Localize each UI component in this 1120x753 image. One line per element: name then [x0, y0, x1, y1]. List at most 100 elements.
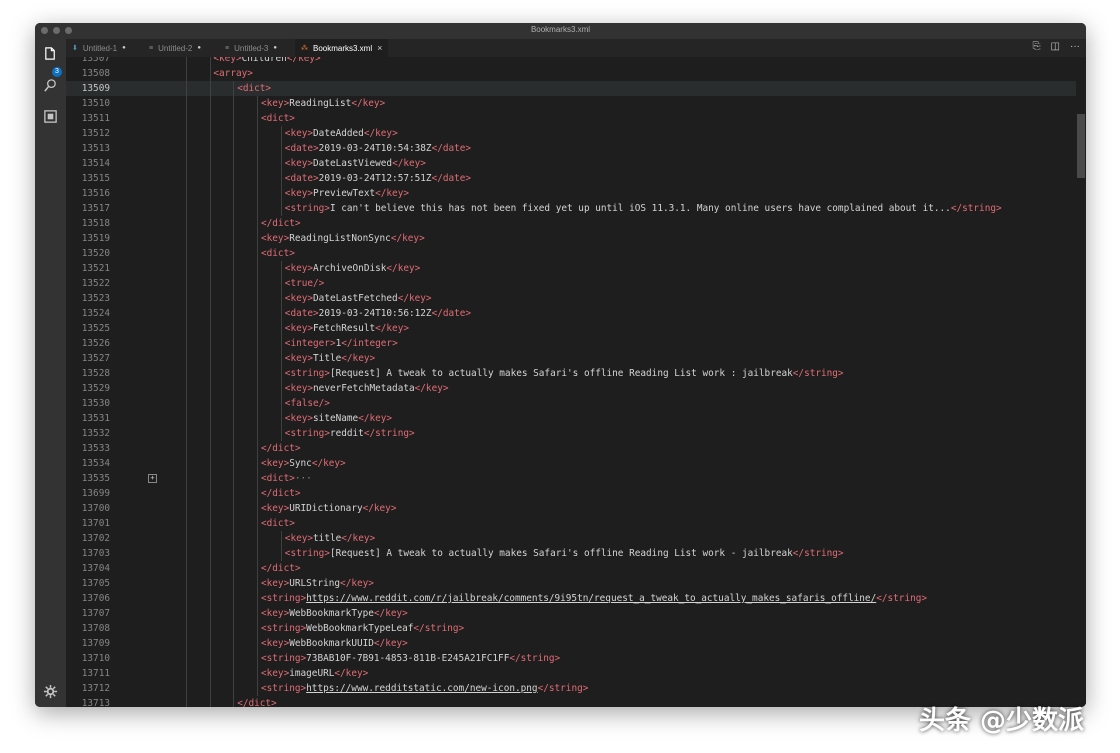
- xml-tag: </key>: [341, 353, 376, 364]
- code-line[interactable]: 13711 <key>imageURL</key>: [66, 666, 1086, 681]
- line-number: 13711: [81, 668, 110, 679]
- xml-text: siteName: [313, 413, 359, 424]
- close-tab-button[interactable]: ×: [377, 43, 382, 53]
- indent-guide: [257, 606, 259, 621]
- code-line[interactable]: 13704 </dict>: [66, 561, 1086, 576]
- code-line[interactable]: 13522 <true/>: [66, 276, 1086, 291]
- line-number: 13532: [81, 428, 110, 439]
- indent-guide: [233, 96, 235, 111]
- code-line[interactable]: 13512 <key>DateAdded</key>: [66, 126, 1086, 141]
- code-text: <false/>: [285, 396, 330, 411]
- code-line[interactable]: 13702 <key>title</key>: [66, 531, 1086, 546]
- indent-guide: [281, 141, 282, 156]
- line-number: 13522: [81, 278, 110, 289]
- code-line[interactable]: 13701 <dict>: [66, 516, 1086, 531]
- gear-icon[interactable]: [42, 683, 59, 700]
- indent-guide: [233, 531, 235, 546]
- indent-guide: [257, 216, 259, 231]
- code-line[interactable]: 13531 <key>siteName</key>: [66, 411, 1086, 426]
- code-line[interactable]: 13510 <key>ReadingList</key>: [66, 96, 1086, 111]
- tab-label: Untitled-3: [234, 43, 269, 53]
- compare-icon[interactable]: ⎘: [1033, 41, 1041, 52]
- code-line[interactable]: 13699 </dict>: [66, 486, 1086, 501]
- indent-guide: [233, 636, 235, 651]
- indent-guide: [233, 321, 235, 336]
- code-line[interactable]: 13712 <string>https://www.redditstatic.co…: [66, 681, 1086, 696]
- code-line[interactable]: 13508 <array>: [66, 66, 1086, 81]
- indent-guide: [257, 201, 259, 216]
- code-line[interactable]: 13523 <key>DateLastFetched</key>: [66, 291, 1086, 306]
- line-number: 13514: [81, 158, 110, 169]
- tab-bookmarks3-xml[interactable]: ⁂ Bookmarks3.xml ×: [295, 39, 389, 57]
- code-line[interactable]: 13517 <string>I can't believe this has no…: [66, 201, 1086, 216]
- code-line[interactable]: 13528 <string>[Request] A tweak to actual…: [66, 366, 1086, 381]
- scrollbar-thumb[interactable]: [1077, 114, 1085, 178]
- code-line[interactable]: 13703 <string>[Request] A tweak to actual…: [66, 546, 1086, 561]
- split-icon[interactable]: ◫: [1051, 41, 1060, 52]
- code-line[interactable]: 13525 <key>FetchResult</key>: [66, 321, 1086, 336]
- code-editor[interactable]: 13507 <key>Children</key> 13508 <array> 1350…: [66, 57, 1086, 707]
- code-text: <true/>: [285, 276, 325, 291]
- code-line[interactable]: 13507 <key>Children</key>: [66, 57, 1086, 66]
- indent-guide: [257, 471, 259, 486]
- code-line[interactable]: 13526 <integer>1</integer>: [66, 336, 1086, 351]
- xml-tag: <key>: [284, 353, 314, 364]
- indent-guide: [257, 156, 259, 171]
- indent-guide: [209, 111, 211, 126]
- indent-guide: [257, 396, 259, 411]
- code-line[interactable]: 13700 <key>URIDictionary</key>: [66, 501, 1086, 516]
- code-line[interactable]: 13710 <string>73BAB10F-7B91-4853-811B-E24…: [66, 651, 1086, 666]
- code-line[interactable]: 13513 <date>2019-03-24T10:54:38Z</date>: [66, 141, 1086, 156]
- xml-tag: </key>: [390, 233, 425, 244]
- search-icon[interactable]: [42, 77, 59, 94]
- xml-tag: <key>: [213, 57, 242, 64]
- code-line[interactable]: 13520 <dict>: [66, 246, 1086, 261]
- url-link[interactable]: https://www.reddit.com/r/jailbreak/comme…: [306, 593, 876, 604]
- code-line[interactable]: 13532 <string>reddit</string>: [66, 426, 1086, 441]
- url-link[interactable]: https://www.redditstatic.com/new-icon.pn…: [306, 683, 537, 694]
- line-number: 13713: [81, 698, 110, 707]
- code-line[interactable]: 13705 <key>URLString</key>: [66, 576, 1086, 591]
- indent-guide: [257, 351, 259, 366]
- code-line[interactable]: 13535 + <dict>···: [66, 471, 1086, 486]
- more-icon[interactable]: ···: [1070, 41, 1080, 52]
- tab-untitled-1[interactable]: ⬇ Untitled-1 ●: [66, 39, 132, 57]
- code-line[interactable]: 13708 <string>WebBookmarkTypeLeaf</string…: [66, 621, 1086, 636]
- indent-guide: [233, 471, 235, 486]
- indent-guide: [185, 396, 187, 411]
- code-text: <array>: [213, 66, 253, 81]
- indent-guide: [209, 261, 211, 276]
- xml-tag: </dict>: [237, 698, 277, 707]
- indent-guide: [185, 456, 187, 471]
- files-icon[interactable]: [42, 45, 59, 62]
- code-line[interactable]: 13511 <dict>: [66, 111, 1086, 126]
- code-line[interactable]: 13521 <key>ArchiveOnDisk</key>: [66, 261, 1086, 276]
- code-line[interactable]: 13706 <string>https://www.reddit.com/r/ja…: [66, 591, 1086, 606]
- code-line[interactable]: 13527 <key>Title</key>: [66, 351, 1086, 366]
- code-line[interactable]: 13530 <false/>: [66, 396, 1086, 411]
- code-line[interactable]: 13709 <key>WebBookmarkUUID</key>: [66, 636, 1086, 651]
- xml-tag: <date>: [284, 308, 319, 319]
- extensions-icon[interactable]: [42, 108, 59, 125]
- pin-icon: ⬇: [72, 45, 78, 52]
- tab-untitled-3[interactable]: ≡ Untitled-3 ●: [219, 39, 283, 57]
- code-line[interactable]: 13524 <date>2019-03-24T10:56:12Z</date>: [66, 306, 1086, 321]
- code-line[interactable]: 13533 </dict>: [66, 441, 1086, 456]
- indent-guide: [257, 636, 259, 651]
- code-line[interactable]: 13516 <key>PreviewText</key>: [66, 186, 1086, 201]
- code-line[interactable]: 13534 <key>Sync</key>: [66, 456, 1086, 471]
- code-line[interactable]: 13515 <date>2019-03-24T12:57:51Z</date>: [66, 171, 1086, 186]
- code-line[interactable]: 13518 </dict>: [66, 216, 1086, 231]
- line-number: 13516: [81, 188, 110, 199]
- code-line[interactable]: 13519 <key>ReadingListNonSync</key>: [66, 231, 1086, 246]
- vertical-scrollbar[interactable]: [1076, 57, 1086, 707]
- indent-guide: [209, 576, 211, 591]
- tab-untitled-2[interactable]: ≡ Untitled-2 ●: [143, 39, 207, 57]
- code-text: <dict>: [261, 246, 295, 261]
- code-line[interactable]: 13509 <dict>: [66, 81, 1086, 96]
- fold-toggle-icon[interactable]: +: [148, 474, 157, 483]
- indent-guide: [209, 681, 211, 696]
- code-line[interactable]: 13514 <key>DateLastViewed</key>: [66, 156, 1086, 171]
- code-line[interactable]: 13529 <key>neverFetchMetadata</key>: [66, 381, 1086, 396]
- code-line[interactable]: 13707 <key>WebBookmarkType</key>: [66, 606, 1086, 621]
